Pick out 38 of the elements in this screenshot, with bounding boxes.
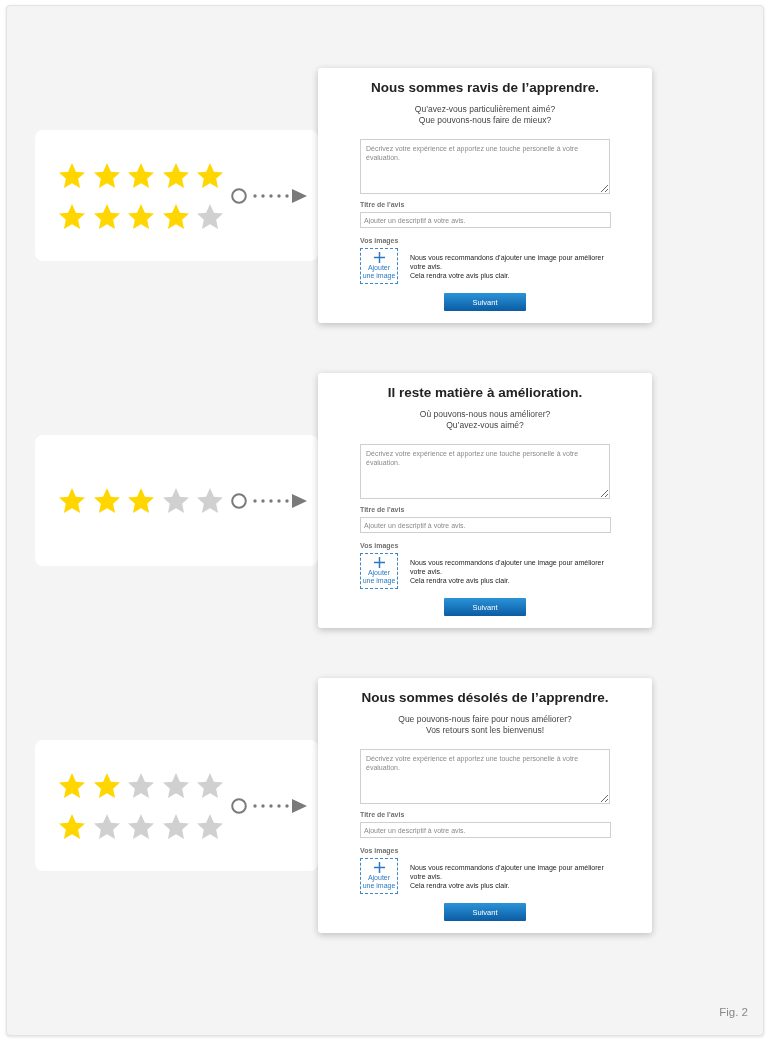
star-icon <box>93 772 120 798</box>
star-icon <box>59 772 85 798</box>
star-icon <box>162 772 189 798</box>
star-icon <box>128 162 154 188</box>
star-icon <box>59 488 85 513</box>
form-title: Nous sommes ravis de l’apprendre. <box>369 80 601 96</box>
star-icon <box>162 203 189 229</box>
star-icon <box>197 488 223 513</box>
form-subtitle: Que pouvons-nous faire de mieux? <box>417 115 553 126</box>
star-icon <box>162 162 189 188</box>
star-icon <box>162 813 189 839</box>
star-icon <box>128 488 154 513</box>
star-icon <box>128 203 154 229</box>
star-icon <box>197 203 223 229</box>
star-icon <box>93 813 120 839</box>
star-icon <box>93 203 120 229</box>
star-icon <box>93 162 120 188</box>
form-title: Il reste matière à amélioration. <box>386 385 584 401</box>
star-icon <box>59 162 85 188</box>
star-icon <box>59 203 85 229</box>
form-subtitle: Vos retours sont les bienvenus! <box>424 725 546 736</box>
form-subtitle: Où pouvons-nous nous améliorer? <box>418 409 552 420</box>
form-subtitle: Que pouvons-nous faire pour nous améliorer? <box>397 714 573 725</box>
form-title: Nous sommes désolés de l’apprendre. <box>360 690 610 706</box>
star-icon <box>197 162 223 188</box>
star-icon <box>128 772 154 798</box>
star-icon <box>128 813 154 839</box>
form-subtitle: Qu’avez-vous particulièrement aimé? <box>413 104 557 115</box>
star-icon <box>59 813 85 839</box>
star-icon <box>93 488 120 513</box>
form-subtitle: Qu’avez-vous aimé? <box>445 420 525 431</box>
figure-label: Fig. 2 <box>719 1006 748 1018</box>
plus-icon <box>373 862 385 873</box>
star-icon <box>197 772 223 798</box>
star-icon <box>197 813 223 839</box>
star-icon <box>162 488 189 513</box>
plus-icon <box>373 557 385 568</box>
plus-icon <box>373 252 385 263</box>
